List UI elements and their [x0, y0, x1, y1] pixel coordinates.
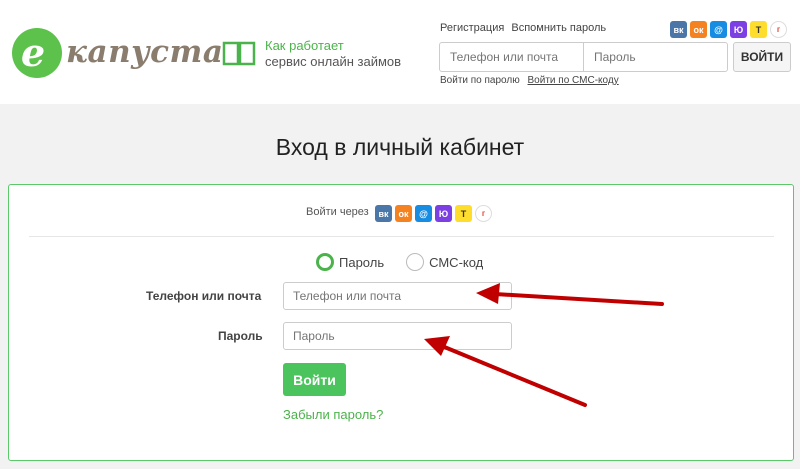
- password-label: Пароль: [218, 329, 263, 343]
- header-login-fields: [439, 42, 728, 72]
- radio-sms[interactable]: [406, 253, 425, 271]
- phone-label: Телефон или почта: [146, 289, 262, 303]
- tinkoff-icon[interactable]: Т: [750, 21, 767, 38]
- divider: [29, 236, 774, 237]
- odnoklassniki-icon[interactable]: ок: [395, 205, 412, 222]
- login-button[interactable]: Войти: [283, 363, 346, 396]
- gosuslugi-icon[interactable]: г: [770, 21, 787, 38]
- password-input[interactable]: [283, 322, 512, 350]
- gosuslugi-icon[interactable]: г: [475, 205, 492, 222]
- login-by-password-label[interactable]: Войти по паролю: [440, 75, 520, 86]
- how-it-works-link[interactable]: Как работает сервис онлайн займов: [222, 37, 412, 73]
- mail-icon[interactable]: @: [415, 205, 432, 222]
- login-method-radio-group: Пароль СМС-код: [316, 253, 505, 271]
- phone-input[interactable]: [283, 282, 512, 310]
- header-login-button[interactable]: ВОЙТИ: [733, 42, 791, 72]
- yumoney-icon[interactable]: Ю: [435, 205, 452, 222]
- mail-icon[interactable]: @: [710, 21, 727, 38]
- radio-password[interactable]: [316, 253, 334, 271]
- ekapusta-logo[interactable]: е капуста: [12, 28, 223, 80]
- logo-letter: е: [21, 30, 46, 75]
- remember-password-link[interactable]: Вспомнить пароль: [511, 22, 606, 34]
- how-it-works-title: Как работает: [265, 38, 344, 53]
- page-title: Вход в личный кабинет: [275, 134, 525, 160]
- tinkoff-icon[interactable]: Т: [455, 205, 472, 222]
- header-phone-input[interactable]: [440, 43, 584, 71]
- register-link[interactable]: Регистрация: [440, 22, 504, 34]
- vk-icon[interactable]: вк: [670, 21, 687, 38]
- radio-password-label[interactable]: Пароль: [339, 255, 384, 270]
- login-card: Войти через вк ок @ Ю Т г Пароль СМС-код…: [8, 184, 794, 461]
- yumoney-icon[interactable]: Ю: [730, 21, 747, 38]
- how-it-works-subtitle: сервис онлайн займов: [265, 54, 402, 69]
- logo-text: капуста: [66, 34, 224, 70]
- logo-mark: е: [12, 28, 62, 78]
- card-social-login: вк ок @ Ю Т г: [375, 205, 492, 222]
- radio-sms-label[interactable]: СМС-код: [429, 255, 483, 270]
- forgot-password-link[interactable]: Забыли пароль?: [283, 407, 383, 422]
- login-via-label: Войти через: [306, 206, 369, 218]
- header-login-mode: Войти по паролю Войти по СМС-коду: [440, 75, 619, 86]
- odnoklassniki-icon[interactable]: ок: [690, 21, 707, 38]
- header-password-input[interactable]: [584, 43, 727, 71]
- login-by-sms-link[interactable]: Войти по СМС-коду: [528, 75, 619, 86]
- header-social-login: вк ок @ Ю Т г: [670, 21, 787, 38]
- site-header: е капуста Как работает сервис онлайн зай…: [0, 0, 800, 104]
- header-links: Регистрация Вспомнить пароль: [440, 22, 610, 34]
- book-icon: [222, 41, 256, 66]
- vk-icon[interactable]: вк: [375, 205, 392, 222]
